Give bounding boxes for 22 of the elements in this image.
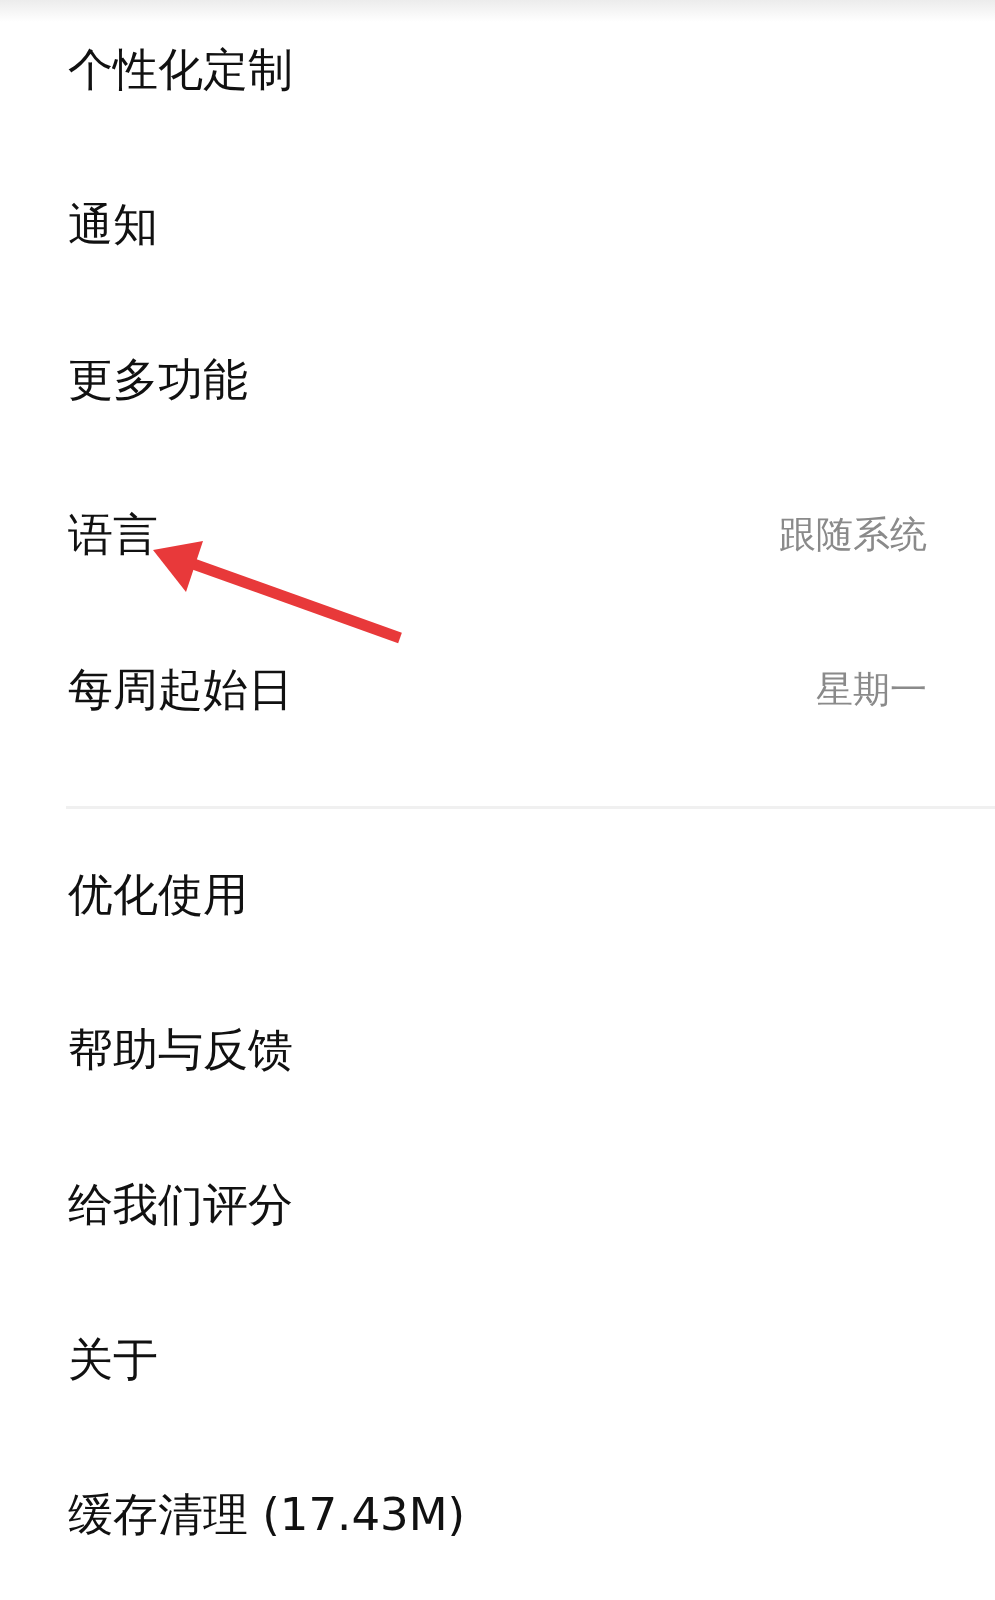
setting-label: 关于 xyxy=(68,1331,158,1388)
settings-item[interactable]: 缓存清理 (17.43M) xyxy=(0,1437,995,1592)
settings-item[interactable]: 通知 xyxy=(0,147,995,302)
settings-item[interactable]: 每周起始日 星期一 xyxy=(0,612,995,767)
settings-item[interactable]: 更多功能 xyxy=(0,302,995,457)
settings-item[interactable]: 优化使用 xyxy=(0,817,995,972)
setting-label: 每周起始日 xyxy=(68,661,293,718)
setting-value: 星期一 xyxy=(816,666,927,713)
setting-label: 优化使用 xyxy=(68,866,248,923)
setting-label: 给我们评分 xyxy=(68,1176,293,1233)
setting-label: 更多功能 xyxy=(68,351,248,408)
settings-item[interactable]: 关于 xyxy=(0,1282,995,1437)
setting-value: 跟随系统 xyxy=(779,511,927,558)
setting-label: 通知 xyxy=(68,196,158,253)
settings-item[interactable]: 帮助与反馈 xyxy=(0,972,995,1127)
settings-item[interactable]: 给我们评分 xyxy=(0,1127,995,1282)
settings-item[interactable]: 个性化定制 xyxy=(0,0,995,147)
setting-label: 缓存清理 (17.43M) xyxy=(68,1486,466,1543)
setting-label: 个性化定制 xyxy=(68,41,293,98)
setting-label: 帮助与反馈 xyxy=(68,1021,293,1078)
setting-label: 语言 xyxy=(68,506,158,563)
settings-item[interactable]: 语言 跟随系统 xyxy=(0,457,995,612)
